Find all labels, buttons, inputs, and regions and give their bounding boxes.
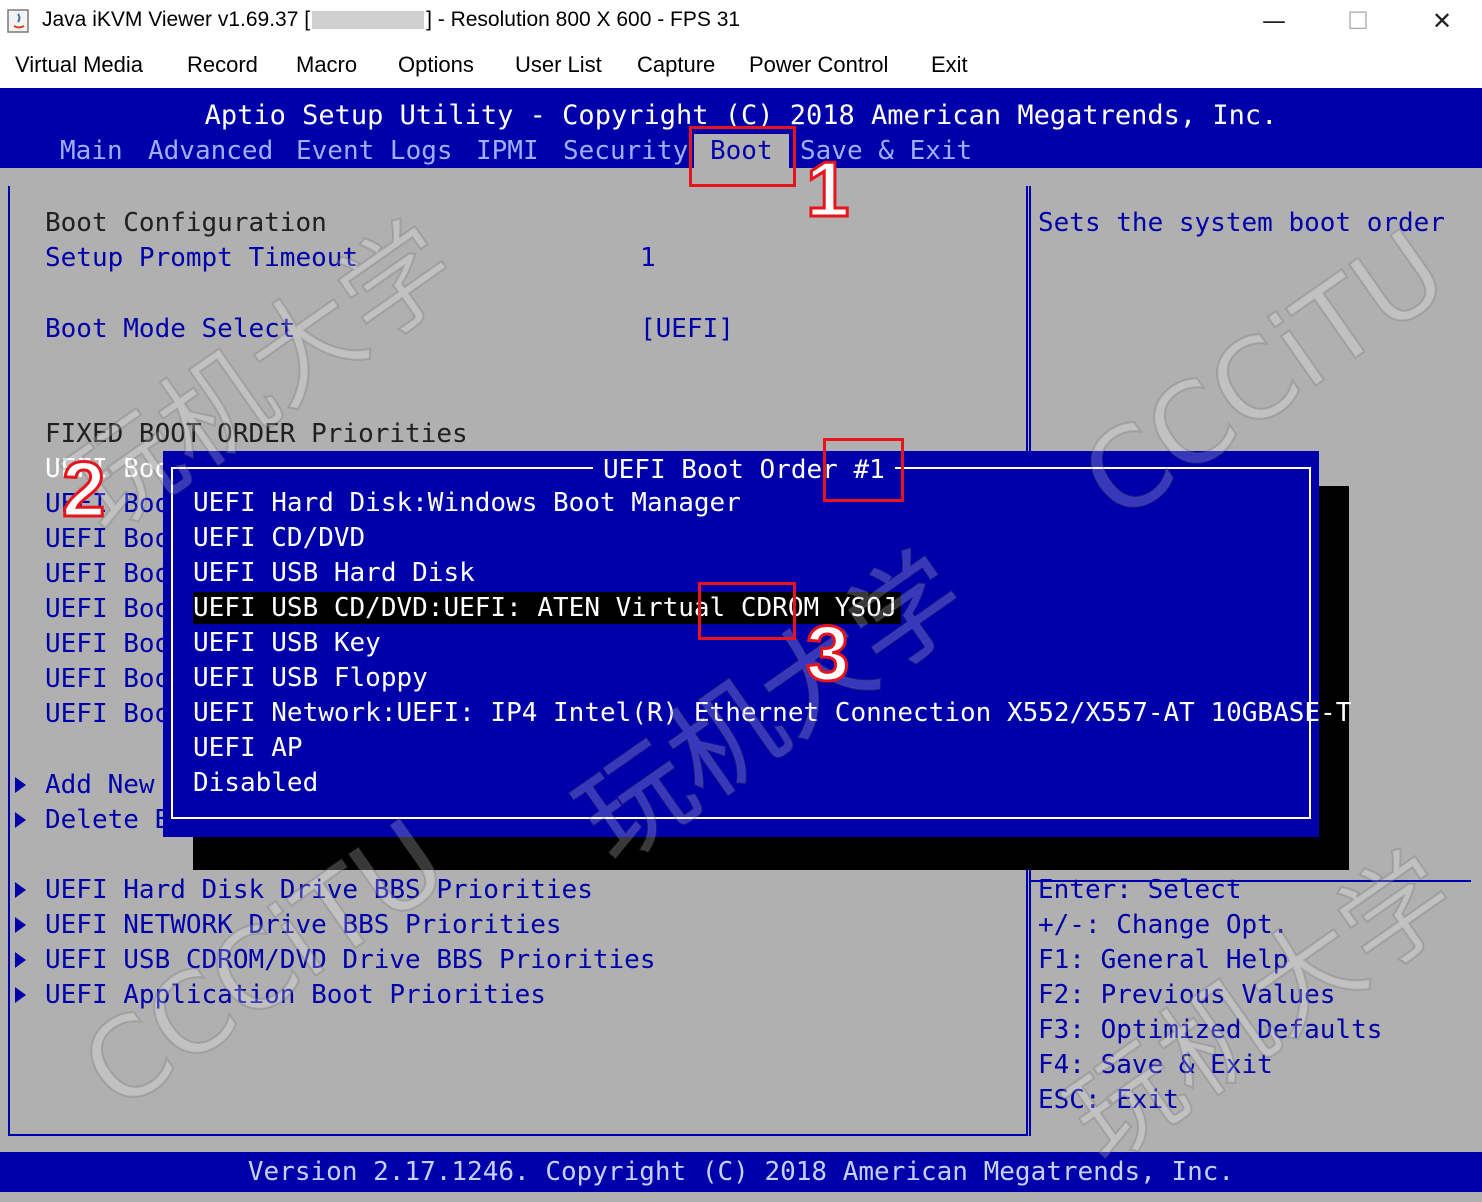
window-title-prefix: Java iKVM Viewer v1.69.37 [ (42, 8, 311, 31)
annotation-box-order-number (823, 438, 904, 502)
key-hint-enter: Enter: Select (1038, 875, 1242, 905)
minimize-button[interactable]: — (1244, 4, 1304, 38)
menu-record[interactable]: Record (187, 52, 258, 78)
menu-bar: Virtual Media Record Macro Options User … (0, 42, 1482, 89)
add-new-option[interactable]: Add New (45, 770, 155, 800)
bios-footer: Version 2.17.1246. Copyright (C) 2018 Am… (0, 1152, 1482, 1192)
menu-power-control[interactable]: Power Control (749, 52, 888, 78)
menu-capture[interactable]: Capture (637, 52, 715, 78)
menu-options[interactable]: Options (398, 52, 474, 78)
tab-main[interactable]: Main (60, 136, 123, 166)
java-icon (7, 9, 29, 33)
window-title: Java iKVM Viewer v1.69.37 [ ] - Resolutio… (42, 8, 740, 32)
window-title-suffix: ] - Resolution 800 X 600 - FPS 31 (426, 8, 741, 31)
boot-option-6[interactable]: UEFI Boo (45, 629, 170, 659)
delete-boot-option[interactable]: Delete B (45, 805, 170, 835)
popup-option-uefi-ap[interactable]: UEFI AP (193, 732, 303, 764)
tab-security[interactable]: Security (563, 136, 688, 166)
submenu-arrow-icon (15, 952, 26, 968)
tab-ipmi[interactable]: IPMI (476, 136, 539, 166)
annotation-number-1: 1 (804, 145, 850, 233)
popup-option-usb-floppy[interactable]: UEFI USB Floppy (193, 662, 428, 694)
menu-virtual-media[interactable]: Virtual Media (15, 52, 143, 78)
boot-option-8[interactable]: UEFI Boo (45, 699, 170, 729)
tab-event-logs[interactable]: Event Logs (296, 136, 453, 166)
annotation-number-2: 2 (60, 445, 106, 533)
annotation-box-boot-tab (689, 126, 796, 187)
close-button[interactable]: ✕ (1412, 4, 1472, 38)
popup-option-usb-key[interactable]: UEFI USB Key (193, 627, 381, 659)
submenu-arrow-icon (15, 917, 26, 933)
boot-option-4[interactable]: UEFI Boo (45, 559, 170, 589)
submenu-arrow-icon (15, 812, 26, 828)
annotation-number-3: 3 (804, 609, 850, 697)
menu-macro[interactable]: Macro (296, 52, 357, 78)
setup-prompt-timeout-value[interactable]: 1 (640, 243, 656, 273)
popup-option-hard-disk[interactable]: UEFI Hard Disk:Windows Boot Manager (193, 487, 741, 519)
tab-advanced[interactable]: Advanced (148, 136, 273, 166)
popup-option-usb-hard-disk[interactable]: UEFI USB Hard Disk (193, 557, 475, 589)
popup-option-cd-dvd[interactable]: UEFI CD/DVD (193, 522, 365, 554)
boot-option-7[interactable]: UEFI Boo (45, 664, 170, 694)
boot-mode-select-value[interactable]: [UEFI] (640, 314, 734, 344)
boot-configuration-heading: Boot Configuration (45, 208, 327, 238)
menu-exit[interactable]: Exit (931, 52, 968, 78)
popup-option-disabled[interactable]: Disabled (193, 767, 318, 799)
submenu-arrow-icon (15, 987, 26, 1003)
maximize-button[interactable]: ☐ (1328, 4, 1388, 38)
window-title-bar: Java iKVM Viewer v1.69.37 [ ] - Resolutio… (0, 0, 1482, 42)
redacted-ip (312, 11, 425, 30)
annotation-box-cdrom (698, 582, 796, 640)
menu-user-list[interactable]: User List (515, 52, 602, 78)
boot-option-5[interactable]: UEFI Boo (45, 594, 170, 624)
submenu-arrow-icon (15, 882, 26, 898)
submenu-arrow-icon (15, 777, 26, 793)
